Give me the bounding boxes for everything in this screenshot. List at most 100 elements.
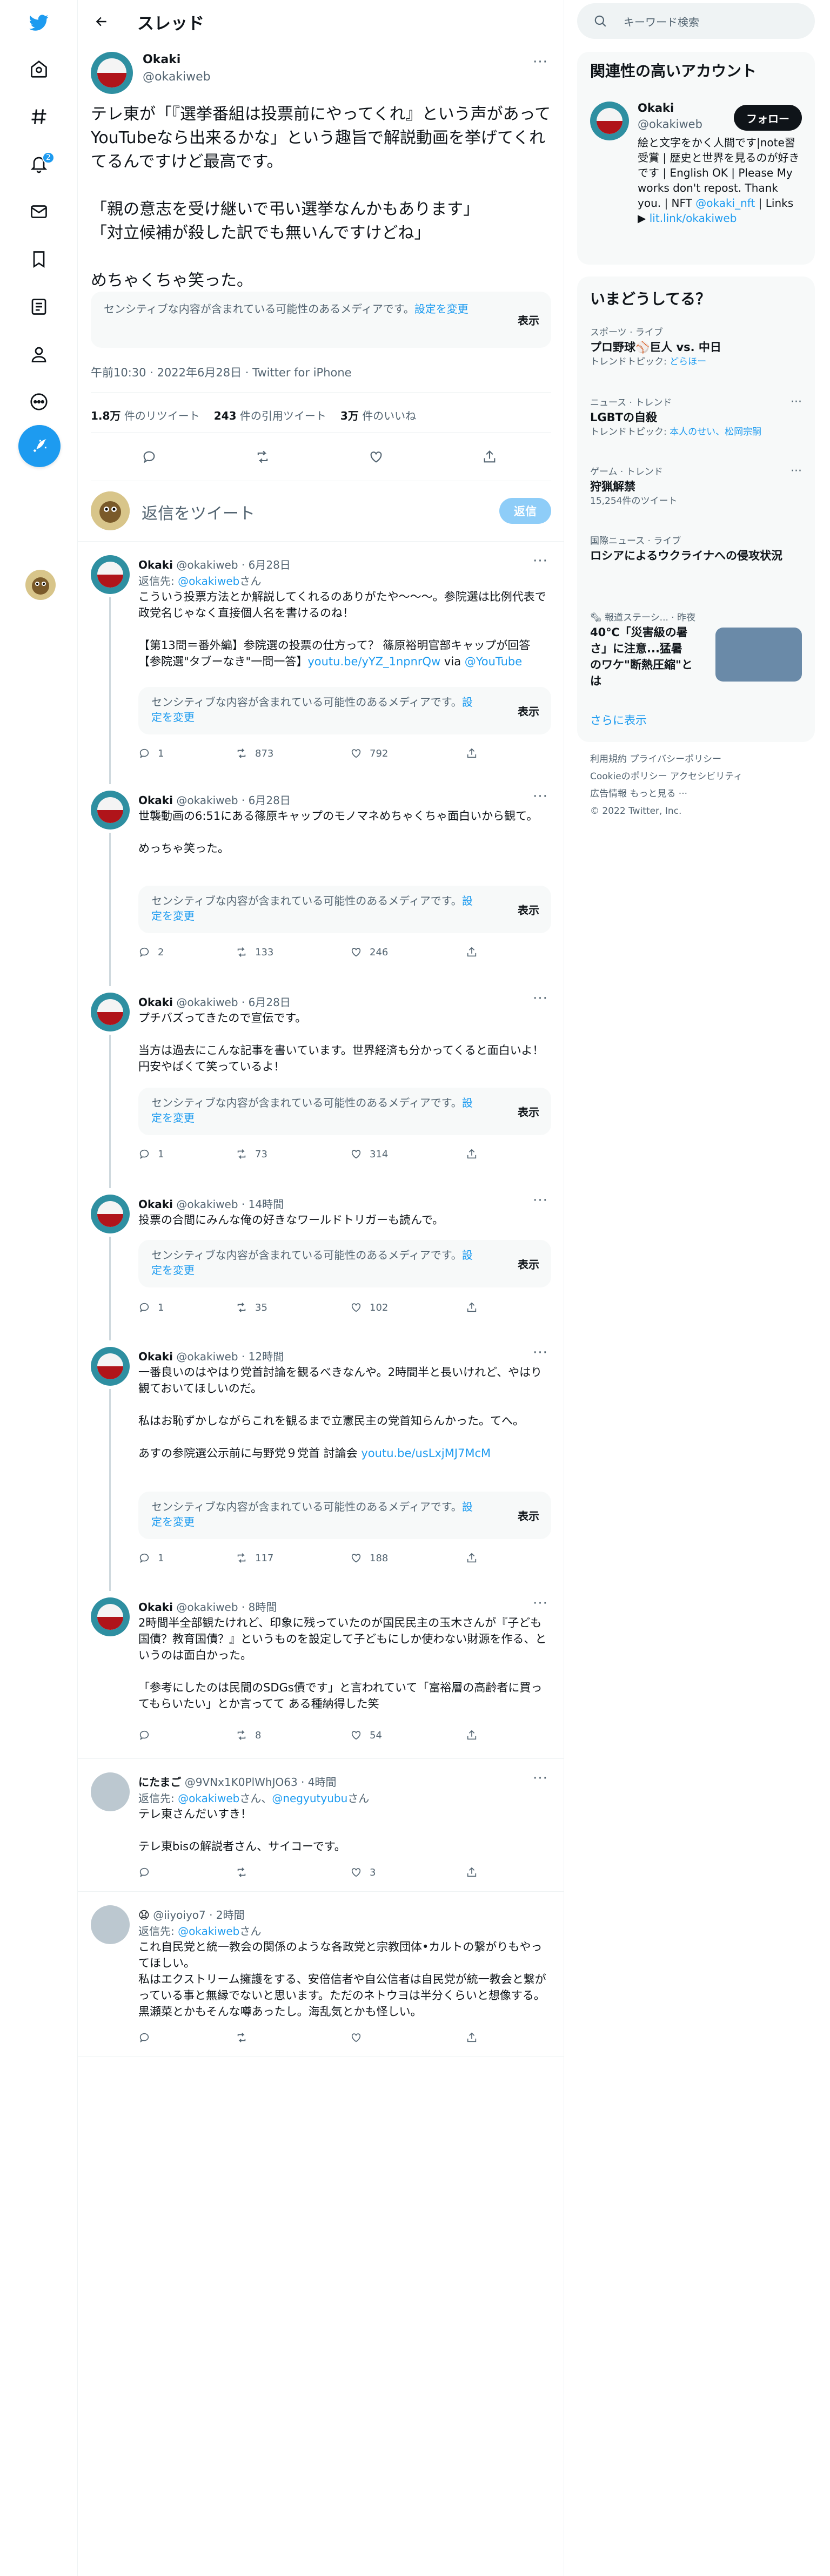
share-icon[interactable] [466, 747, 478, 759]
author-name[interactable]: Okaki [138, 558, 173, 571]
show-media-button[interactable]: 表示 [518, 703, 539, 719]
like-icon[interactable]: 3 [350, 1866, 376, 1878]
author-handle[interactable]: @okakiweb [176, 1198, 238, 1211]
tweet-time[interactable]: 14時間 [249, 1198, 284, 1211]
like-icon[interactable]: 54 [350, 1729, 382, 1741]
profile-icon[interactable] [19, 335, 58, 374]
more-options-icon[interactable]: ··· [530, 990, 551, 1007]
author-name[interactable]: にたまご [138, 1776, 181, 1789]
bookmarks-icon[interactable] [19, 240, 58, 279]
show-media-button[interactable]: 表示 [518, 1256, 539, 1272]
compose-tweet-button[interactable] [18, 425, 61, 467]
trend-item[interactable]: 🗞 報道ステーシ... · 昨夜 40℃「災害級の暑さ」に注意...猛暑のワケ"… [590, 611, 802, 689]
trend-item[interactable]: 国際ニュース · ライブ ロシアによるウクライナへの侵攻状況 [590, 535, 802, 564]
search-bar[interactable]: キーワード検索 [577, 3, 815, 39]
follow-button[interactable]: フォロー [734, 105, 802, 131]
retweet-icon[interactable]: 8 [236, 1729, 261, 1741]
show-media-button[interactable]: 表示 [518, 902, 539, 918]
more-options-icon[interactable]: ··· [791, 464, 802, 478]
tweet-time[interactable]: 8時間 [249, 1601, 277, 1614]
share-icon[interactable] [466, 2032, 478, 2044]
reply-tweet[interactable]: Okaki @okakiweb · 6月28日 ··· 世襲動画の6:51にある… [78, 773, 564, 979]
trend-topic-link[interactable]: どらほー [670, 356, 706, 367]
author-handle[interactable]: @iiyoiyo7 [153, 1909, 206, 1921]
more-options-icon[interactable]: ··· [530, 1192, 551, 1209]
like-icon[interactable]: 314 [350, 1148, 388, 1160]
author-handle[interactable]: @okakiweb [176, 1601, 238, 1614]
reply-tweet[interactable]: Okaki @okakiweb · 6月28日 ··· 返信先: @okakiw… [78, 545, 564, 776]
author-handle[interactable]: @okakiweb [176, 558, 238, 571]
author-handle[interactable]: @okakiweb [176, 996, 238, 1009]
trend-item[interactable]: スポーツ · ライブ プロ野球⚾巨人 vs. 中日 トレンドトピック: どらほー [590, 326, 802, 368]
reply-tweet[interactable]: にたまご @9VNx1K0PlWhJO63 · 4時間 ··· 返信先: @ok… [78, 1763, 564, 1887]
reply-tweet[interactable]: 😧 @iiyoiyo7 · 2時間 返信先: @okakiwebさん これ自民党… [78, 1896, 564, 2052]
account-avatar[interactable] [25, 570, 56, 600]
reply-icon[interactable] [134, 442, 164, 472]
like-icon[interactable]: 188 [350, 1552, 388, 1564]
retweet-icon[interactable]: 873 [236, 747, 273, 759]
lists-icon[interactable] [19, 287, 58, 326]
more-options-icon[interactable]: ··· [530, 788, 551, 805]
reply-to-link[interactable]: @okakiweb [178, 575, 239, 588]
more-options-icon[interactable]: ··· [530, 1595, 551, 1611]
home-icon[interactable] [19, 50, 58, 89]
trend-topic-link[interactable]: 本人のせい、松岡宗嗣 [670, 427, 761, 437]
change-settings-link[interactable]: 設定を変更 [414, 302, 468, 315]
youtube-link[interactable]: youtu.be/yYZ_1npnrQw [307, 655, 440, 668]
youtube-link[interactable]: youtu.be/usLxjMJ7McM [361, 1447, 491, 1460]
author-name[interactable]: Okaki [138, 794, 173, 807]
tweet-time[interactable]: 2時間 [216, 1909, 245, 1921]
avatar[interactable] [91, 993, 130, 1031]
reply-icon[interactable]: 2 [138, 946, 164, 958]
tweet-time[interactable]: 6月28日 [249, 996, 291, 1009]
footer-line[interactable]: 利用規約 プライバシーポリシー [590, 751, 806, 768]
show-more-link[interactable]: さらに表示 [590, 712, 647, 728]
account-name[interactable]: Okaki [638, 102, 674, 114]
explore-icon[interactable] [19, 97, 58, 136]
like-icon[interactable] [350, 2032, 370, 2044]
reply-tweet[interactable]: Okaki @okakiweb · 8時間 ··· 2時間半全部観たけれど、印象… [78, 1580, 564, 1753]
retweet-icon[interactable]: 73 [236, 1148, 267, 1160]
reply-icon[interactable]: 1 [138, 1148, 164, 1160]
reply-to-link[interactable]: @okakiweb [178, 1925, 239, 1938]
reply-icon[interactable]: 1 [138, 747, 164, 759]
retweet-icon[interactable] [236, 1866, 255, 1878]
retweet-icon[interactable]: 35 [236, 1302, 267, 1313]
share-icon[interactable] [466, 1866, 478, 1878]
likes-stat[interactable]: 3万 件のいいね [340, 407, 416, 423]
avatar[interactable] [91, 1195, 130, 1233]
avatar[interactable] [91, 555, 130, 594]
reply-icon[interactable] [138, 1866, 158, 1878]
author-name[interactable]: Okaki [138, 996, 173, 1009]
like-icon[interactable]: 246 [350, 946, 388, 958]
like-icon[interactable]: 792 [350, 747, 388, 759]
more-options-icon[interactable]: ··· [530, 553, 551, 569]
author-name[interactable]: Okaki [143, 53, 180, 66]
share-icon[interactable] [466, 1302, 478, 1313]
reply-tweet[interactable]: Okaki @okakiweb · 12時間 ··· 一番良いのはやはり党首討論… [78, 1330, 564, 1583]
avatar[interactable] [91, 1597, 130, 1636]
more-options-icon[interactable]: ··· [530, 1770, 551, 1786]
avatar[interactable] [91, 52, 133, 94]
author-name[interactable]: Okaki [138, 1198, 173, 1211]
more-options-icon[interactable]: ··· [791, 395, 802, 409]
author-name[interactable]: 😧 [138, 1909, 150, 1921]
author-name[interactable]: Okaki [138, 1601, 173, 1614]
tweet-timestamp[interactable]: 午前10:30 · 2022年6月28日 · Twitter for iPhon… [91, 364, 352, 380]
trend-item[interactable]: ··· ゲーム · トレンド 狩猟解禁 15,254件のツイート [590, 464, 802, 508]
show-media-button[interactable]: 表示 [518, 1508, 539, 1523]
avatar[interactable] [91, 791, 130, 830]
more-icon[interactable] [19, 382, 58, 421]
back-arrow-icon[interactable] [89, 9, 115, 35]
share-icon[interactable] [466, 946, 478, 958]
like-icon[interactable]: 102 [350, 1302, 388, 1313]
search-input[interactable]: キーワード検索 [624, 14, 699, 29]
reply-icon[interactable] [138, 2032, 158, 2044]
share-icon[interactable] [466, 1148, 478, 1160]
author-handle[interactable]: @9VNx1K0PlWhJO63 [185, 1776, 298, 1789]
notifications-icon[interactable]: 2 [19, 145, 58, 184]
trend-item[interactable]: ··· ニュース · トレンド LGBTの自殺 トレンドトピック: 本人のせい、… [590, 395, 802, 439]
reply-to-link[interactable]: @okakiweb [178, 1792, 239, 1805]
tweet-time[interactable]: 4時間 [308, 1776, 337, 1789]
tweet-time[interactable]: 12時間 [249, 1350, 284, 1363]
